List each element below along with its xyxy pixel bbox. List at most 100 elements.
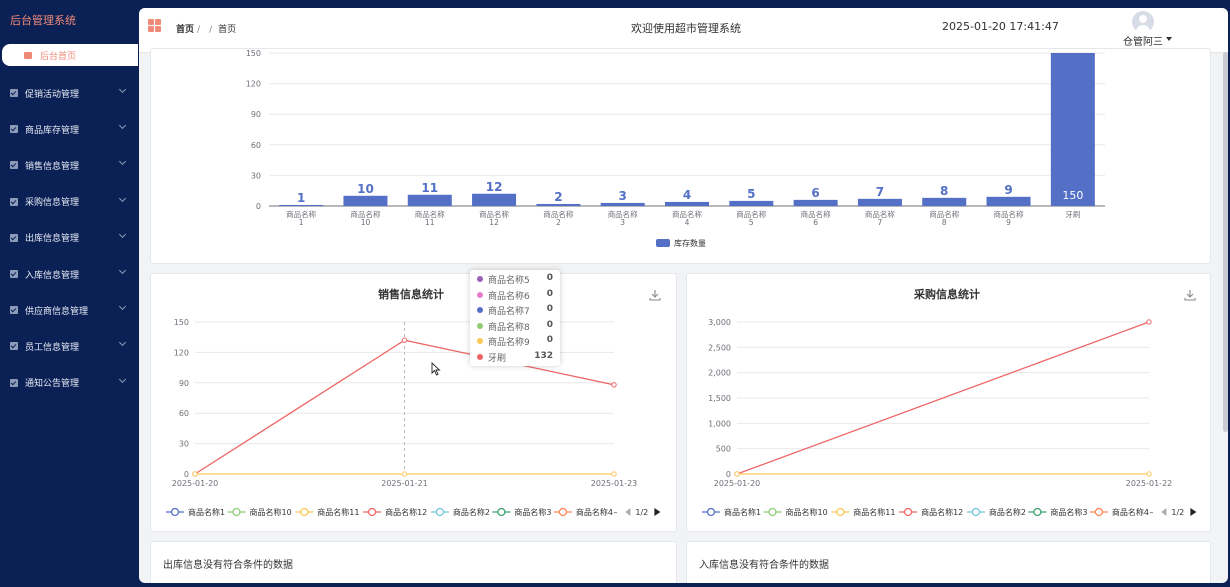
checkbox-icon	[10, 378, 18, 387]
legend-label: 商品名称10	[250, 507, 292, 517]
sidebar-item-label: 入库信息管理	[25, 270, 80, 281]
series-point	[1146, 471, 1152, 477]
tooltip-dot	[477, 307, 483, 313]
tooltip-value: 0	[546, 288, 553, 299]
bar	[922, 197, 967, 206]
y-tick-label: 0	[184, 470, 189, 479]
sidebar-item-home[interactable]: 后台首页	[2, 44, 138, 66]
legend-label: 库存数量	[674, 238, 706, 248]
grid-menu-icon[interactable]	[148, 19, 161, 32]
legend-label: 商品名称3	[514, 507, 551, 517]
outbound-card: 出库信息没有符合条件的数据	[150, 541, 677, 583]
sidebar-item-label: 促销活动管理	[25, 89, 80, 100]
sidebar-item-label: 后台首页	[40, 51, 77, 62]
legend-label: 商品名称2	[989, 507, 1026, 517]
y-tick-label: 120	[246, 80, 261, 89]
chevron-down-icon	[118, 85, 127, 94]
legend-label: 商品名称12	[385, 507, 427, 517]
pointer-cursor-icon	[431, 362, 441, 376]
purchase-chart-card: 采购信息统计 0 500 1,000 1,500 2,000 2,500 3,000 2025…	[686, 273, 1211, 532]
bar	[407, 194, 452, 206]
inventory-bar-chart: 03060901201501商品名称110商品名称1011商品名称1112商品名…	[246, 49, 1105, 248]
tooltip-dot	[477, 322, 483, 329]
sidebar-item[interactable]: 供应商信息管理	[0, 300, 139, 320]
y-tick-label: 90	[179, 379, 189, 388]
bar	[793, 199, 838, 206]
legend-next-icon	[1190, 508, 1197, 516]
chevron-down-icon	[118, 339, 127, 347]
sidebar-item[interactable]: 销售信息管理	[0, 155, 139, 175]
legend-marker	[435, 507, 445, 517]
caret-down-icon[interactable]	[1166, 37, 1172, 41]
sidebar-item[interactable]: 出库信息管理	[0, 228, 139, 248]
bar	[472, 193, 517, 206]
tooltip-row: 商品名称6 0	[477, 289, 557, 303]
legend-label: 商品名称10	[786, 507, 828, 517]
x-tick-label: 8	[942, 218, 947, 227]
tooltip-value: 0	[546, 273, 553, 283]
series-point	[734, 471, 740, 477]
data-label: 4	[683, 188, 691, 202]
checkbox-icon	[10, 161, 18, 170]
x-tick-label: 7	[878, 218, 883, 227]
legend-label: 商品名称11	[853, 507, 895, 517]
breadcrumb-home[interactable]: 首页	[176, 25, 194, 35]
y-tick-label: 150	[174, 318, 189, 327]
y-tick-label: 2,500	[708, 343, 731, 352]
avatar-icon[interactable]	[1132, 11, 1154, 33]
bar	[600, 202, 645, 206]
x-tick-label: 2025-01-21	[381, 479, 428, 488]
legend-next-icon	[654, 508, 661, 516]
chevron-down-icon	[118, 158, 127, 166]
y-tick-label: 120	[174, 348, 189, 357]
legend-label: 商品名称12	[921, 507, 963, 517]
y-tick-label: 500	[716, 445, 731, 454]
tooltip-row: 商品名称5 0	[477, 273, 557, 287]
series-point	[611, 471, 617, 477]
vertical-scrollbar[interactable]	[1223, 52, 1228, 432]
tooltip-series-name: 牙刷	[488, 353, 507, 364]
datetime-display: 2025-01-20 17:41:47	[942, 20, 1059, 33]
bar	[729, 200, 774, 206]
legend-marker	[1094, 507, 1104, 517]
y-tick-label: 60	[179, 409, 189, 418]
data-label: 7	[876, 185, 884, 199]
sales-chart-card: 销售信息统计 0 30 60 90 120 150 2025-01-20 2025-01-21…	[150, 273, 677, 532]
checkbox-icon	[10, 306, 18, 315]
legend-label: 商品名称3	[1050, 507, 1087, 517]
y-tick-label: 1,500	[708, 394, 731, 403]
sidebar-item[interactable]: 促销活动管理	[0, 83, 139, 103]
sidebar-item-label: 出库信息管理	[25, 234, 80, 245]
sidebar-item[interactable]: 采购信息管理	[0, 192, 139, 212]
bar	[986, 196, 1031, 206]
y-tick-label: 3,000	[708, 318, 731, 327]
chevron-down-icon	[118, 375, 127, 383]
series-point	[401, 337, 408, 343]
x-tick-label: 9	[1006, 218, 1011, 227]
chart-tooltip: 商品名称5 0 商品名称6 0 商品名称7 0 商品名称8 0 商品名称9 0 牙刷 132	[470, 270, 560, 366]
legend-marker	[367, 507, 377, 517]
x-tick-label: 2025-01-22	[1126, 479, 1173, 488]
sidebar-item-label: 供应商信息管理	[25, 306, 89, 317]
series-point	[611, 382, 617, 388]
bar	[343, 195, 388, 206]
legend-label: 商品名称4	[576, 507, 613, 517]
legend-marker	[170, 507, 180, 517]
tooltip-series-name: 商品名称9	[488, 338, 530, 348]
sidebar-item[interactable]: 入库信息管理	[0, 264, 139, 284]
data-label: 10	[357, 182, 374, 196]
sidebar-item[interactable]: 商品库存管理	[0, 119, 139, 139]
sidebar-item[interactable]: 员工信息管理	[0, 336, 139, 356]
legend-marker	[1033, 507, 1042, 517]
sidebar-item[interactable]: 通知公告管理	[0, 373, 139, 393]
series-point	[401, 471, 408, 477]
sidebar: 后台管理系统 后台首页 促销活动管理 商品库存管理 销售信息管理 采购信息管理 出库信息…	[0, 0, 139, 587]
y-tick-label: 30	[179, 440, 189, 449]
legend-label: 商品名称4	[1112, 507, 1149, 517]
y-tick-label: 60	[251, 141, 261, 150]
sidebar-item-label: 销售信息管理	[25, 161, 80, 172]
legend-marker	[706, 507, 716, 517]
home-icon	[24, 51, 32, 59]
main-panel: 首页 / / 首页 欢迎使用超市管理系统 2025-01-20 17:41:47 仓管…	[139, 8, 1228, 583]
user-name[interactable]: 仓管阿三	[1123, 33, 1163, 48]
